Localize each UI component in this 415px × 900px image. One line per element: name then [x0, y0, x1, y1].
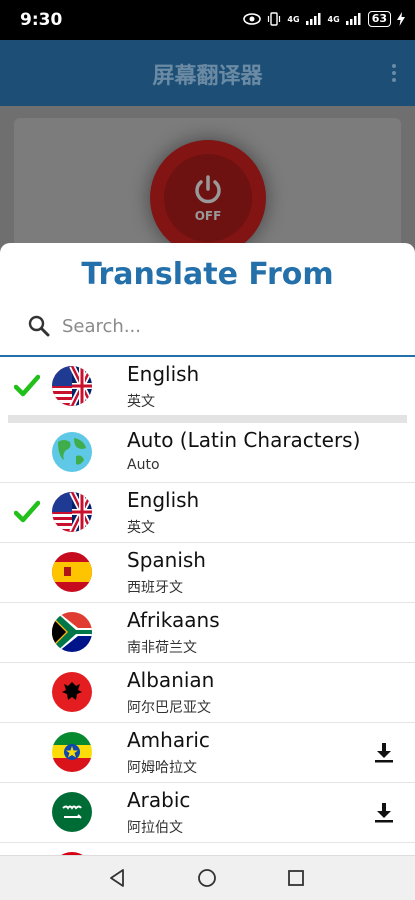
list-item-spanish[interactable]: Spanish 西班牙文 [0, 543, 415, 603]
south-africa-flag-icon [52, 612, 92, 652]
checkmark-icon [14, 374, 40, 397]
ethiopia-flag-icon [52, 732, 92, 772]
search-input[interactable] [62, 315, 382, 337]
download-icon[interactable] [373, 741, 395, 763]
selected-language-row[interactable]: English 英文 [0, 357, 415, 415]
recents-icon[interactable] [286, 868, 306, 888]
home-icon[interactable] [197, 868, 217, 888]
app-bar: 屏幕翻译器 [0, 40, 415, 106]
language-name: English [127, 488, 200, 512]
section-divider [8, 415, 407, 423]
status-icons: 4G 4G 63 [243, 11, 405, 27]
language-native-name: 阿姆哈拉文 [127, 760, 197, 776]
signal-icon [345, 13, 361, 25]
search-bar [28, 309, 395, 343]
language-name: Afrikaans [127, 608, 220, 632]
translate-from-sheet: Translate From English 英文 [0, 243, 415, 855]
back-icon[interactable] [108, 868, 128, 888]
spain-flag-icon [52, 552, 92, 592]
language-native-name: 英文 [127, 394, 155, 410]
vibrate-icon [268, 12, 281, 26]
signal-icon [305, 13, 321, 25]
search-icon [28, 315, 50, 337]
list-item-albanian[interactable]: Albanian 阿尔巴尼亚文 [0, 663, 415, 723]
list-item-partial[interactable] [0, 843, 415, 855]
language-name: English [127, 362, 200, 386]
battery-level: 63 [367, 11, 391, 27]
language-name: Auto (Latin Characters) [127, 428, 361, 452]
globe-icon [52, 432, 92, 472]
network-label-2: 4G [327, 14, 340, 24]
language-name: Albanian [127, 668, 215, 692]
eye-icon [243, 13, 262, 25]
list-item-amharic[interactable]: Amharic 阿姆哈拉文 [0, 723, 415, 783]
checkmark-icon [14, 500, 40, 523]
list-item-english[interactable]: English 英文 [0, 483, 415, 543]
sheet-title: Translate From [81, 257, 334, 292]
system-navigation-bar [0, 855, 415, 900]
language-native-name: 南非荷兰文 [127, 640, 197, 656]
list-item-arabic[interactable]: Arabic 阿拉伯文 [0, 783, 415, 843]
language-name: Amharic [127, 728, 210, 752]
list-item-afrikaans[interactable]: Afrikaans 南非荷兰文 [0, 603, 415, 663]
list-item-auto[interactable]: Auto (Latin Characters) Auto [0, 423, 415, 483]
power-toggle-button[interactable]: OFF [150, 140, 266, 256]
status-time: 9:30 [20, 10, 63, 30]
network-label-1: 4G [287, 14, 300, 24]
language-native-name: Auto [127, 457, 160, 473]
albania-flag-icon [52, 672, 92, 712]
language-list: English 英文 Auto (Latin Characters) Auto [0, 357, 415, 855]
app-title: 屏幕翻译器 [152, 64, 263, 89]
us-uk-flag-icon [52, 366, 92, 406]
language-native-name: 阿拉伯文 [127, 820, 183, 836]
language-native-name: 阿尔巴尼亚文 [127, 700, 211, 716]
download-icon[interactable] [373, 801, 395, 823]
power-icon [195, 175, 221, 204]
overflow-menu-icon[interactable] [392, 64, 397, 85]
power-state-label: OFF [194, 209, 222, 223]
language-name: Arabic [127, 788, 191, 812]
language-native-name: 英文 [127, 520, 155, 536]
us-uk-flag-icon [52, 492, 92, 532]
saudi-arabia-flag-icon [52, 792, 92, 832]
language-native-name: 西班牙文 [127, 580, 183, 596]
charging-icon [397, 12, 405, 26]
status-bar: 9:30 4G 4G 63 [0, 0, 415, 40]
language-name: Spanish [127, 548, 206, 572]
